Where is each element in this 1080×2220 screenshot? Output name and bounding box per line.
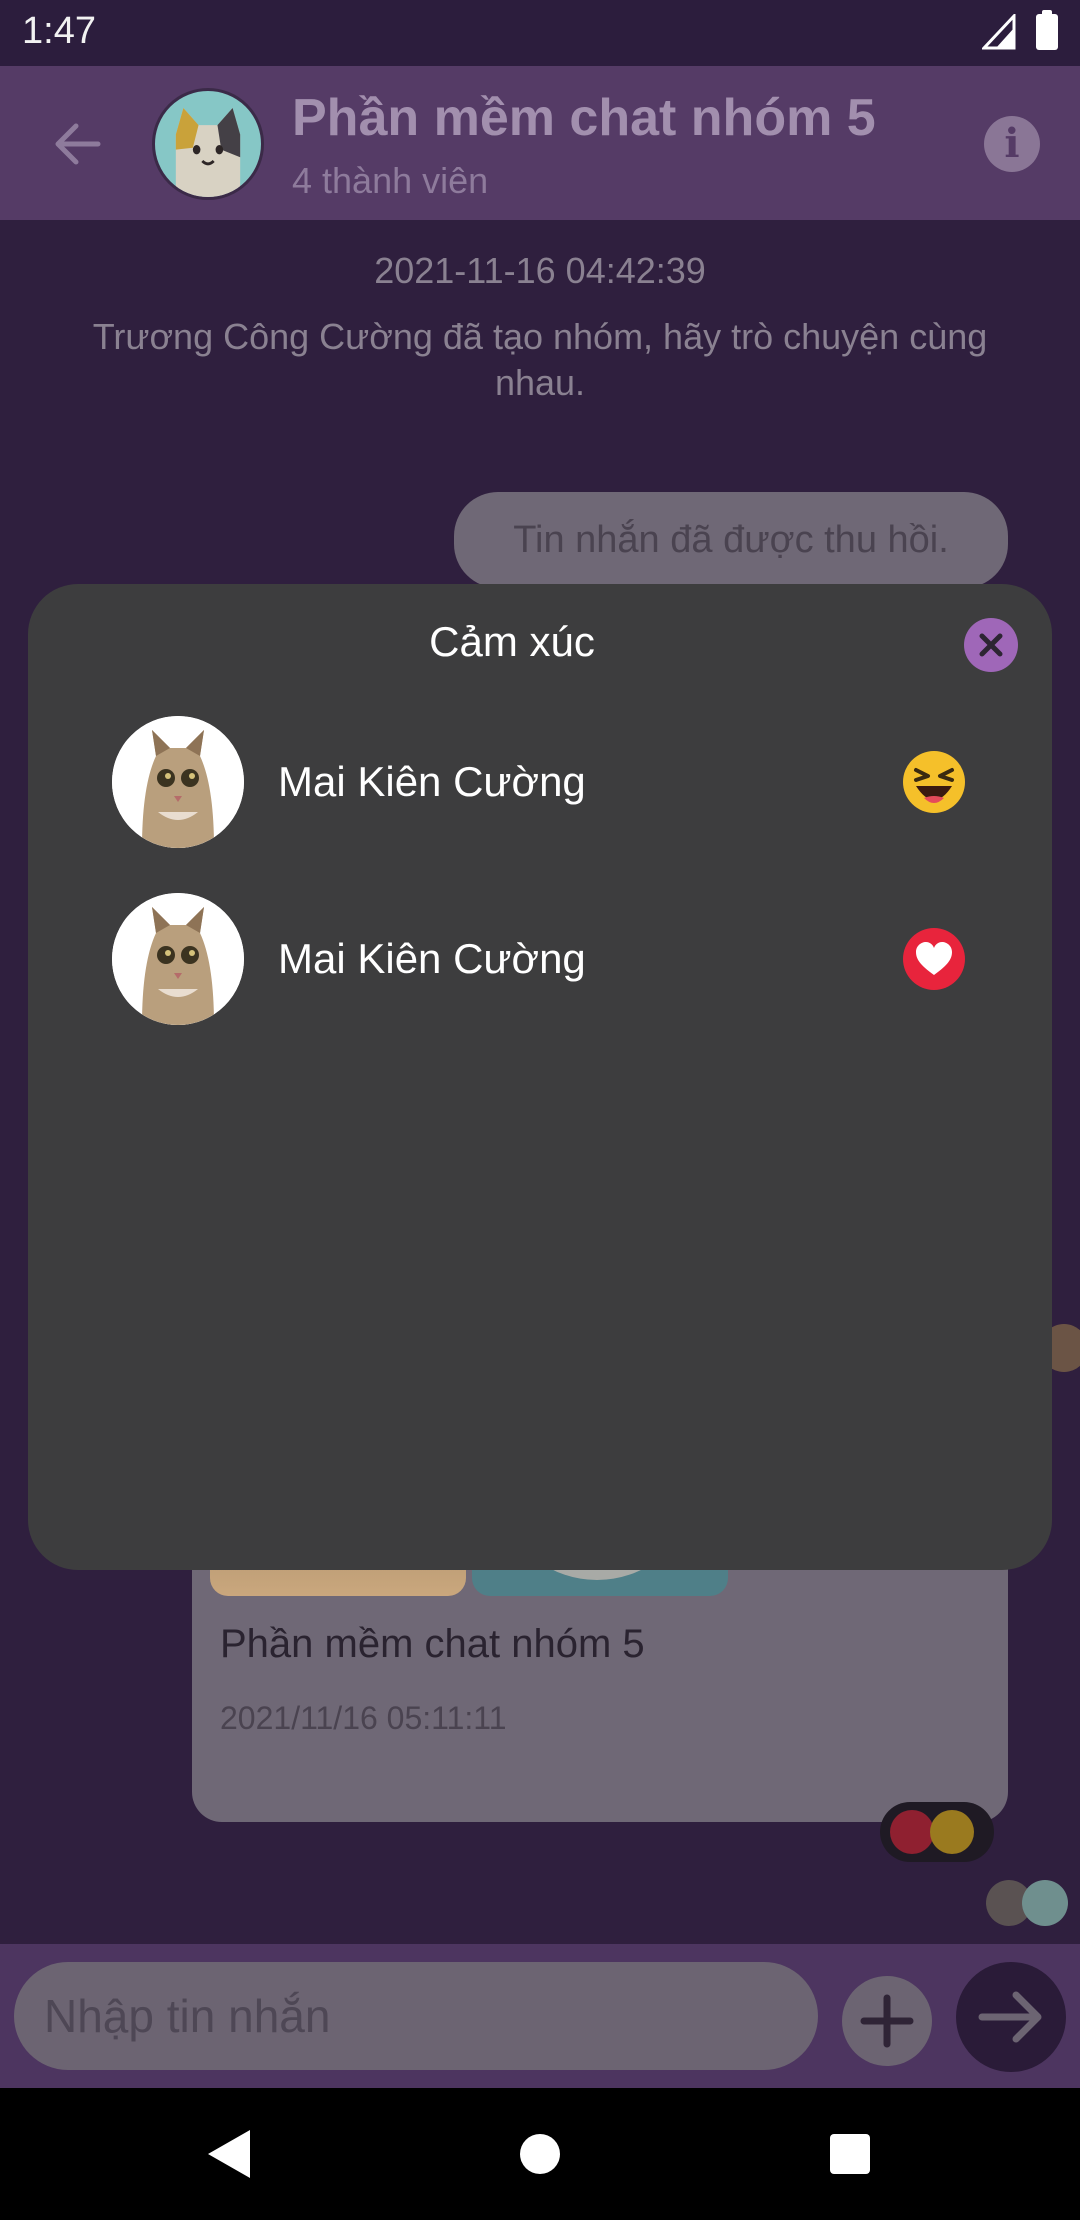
group-avatar[interactable] <box>152 88 264 200</box>
system-timestamp: 2021-11-16 04:42:39 <box>374 250 706 291</box>
dialog-title: Cảm xúc <box>429 618 595 665</box>
user-name: Mai Kiên Cường <box>278 935 586 982</box>
nav-recents-icon[interactable] <box>830 2134 870 2174</box>
attach-button[interactable] <box>842 1976 932 2066</box>
nav-back-icon[interactable] <box>204 2128 254 2180</box>
message-composer <box>0 1944 1080 2088</box>
reaction-list-item[interactable]: Mai Kiên Cường <box>112 716 1012 852</box>
close-button[interactable] <box>964 618 1018 672</box>
chat-header: Phần mềm chat nhóm 5 4 thành viên i <box>0 66 1080 220</box>
battery-icon <box>1036 10 1058 50</box>
revoked-message-bubble[interactable]: Tin nhắn đã được thu hồi. <box>454 492 1008 588</box>
signal-icon <box>982 14 1016 50</box>
cat-photo-icon <box>112 893 244 1025</box>
plus-icon <box>860 1994 914 2048</box>
status-bar: 1:47 <box>0 0 1080 66</box>
member-count: 4 thành viên <box>292 160 489 201</box>
info-icon[interactable]: i <box>984 116 1040 172</box>
heart-icon <box>903 928 965 990</box>
laughing-face-icon <box>930 1810 974 1854</box>
message-text: Phần mềm chat nhóm 5 <box>220 1622 645 1666</box>
avatar <box>112 893 244 1025</box>
user-name: Mai Kiên Cường <box>278 758 586 805</box>
message-timestamp: 2021/11/16 05:11:11 <box>220 1700 507 1736</box>
reactions-dialog: Cảm xúc Mai Kiên Cường Mai Kiên Cường <box>28 584 1052 1570</box>
laughing-face-icon <box>903 751 965 813</box>
cat-photo-icon <box>112 716 244 848</box>
send-arrow-icon <box>978 1991 1042 2043</box>
group-name: Phần mềm chat nhóm 5 <box>292 89 876 147</box>
heart-icon <box>890 1810 934 1854</box>
seen-by-avatar <box>1022 1880 1068 1926</box>
system-navigation-bar <box>0 2088 1080 2220</box>
close-icon <box>979 633 1003 657</box>
message-reactions[interactable] <box>880 1802 994 1862</box>
avatar <box>112 716 244 848</box>
system-message: Trương Công Cường đã tạo nhóm, hãy trò c… <box>92 316 988 403</box>
message-input[interactable] <box>14 1962 818 2070</box>
status-time: 1:47 <box>22 10 96 52</box>
cat-avatar-icon <box>175 108 241 197</box>
send-button[interactable] <box>956 1962 1066 2072</box>
nav-home-icon[interactable] <box>520 2134 560 2174</box>
reaction-list-item[interactable]: Mai Kiên Cường <box>112 893 1012 1029</box>
back-arrow-icon[interactable] <box>50 116 106 172</box>
